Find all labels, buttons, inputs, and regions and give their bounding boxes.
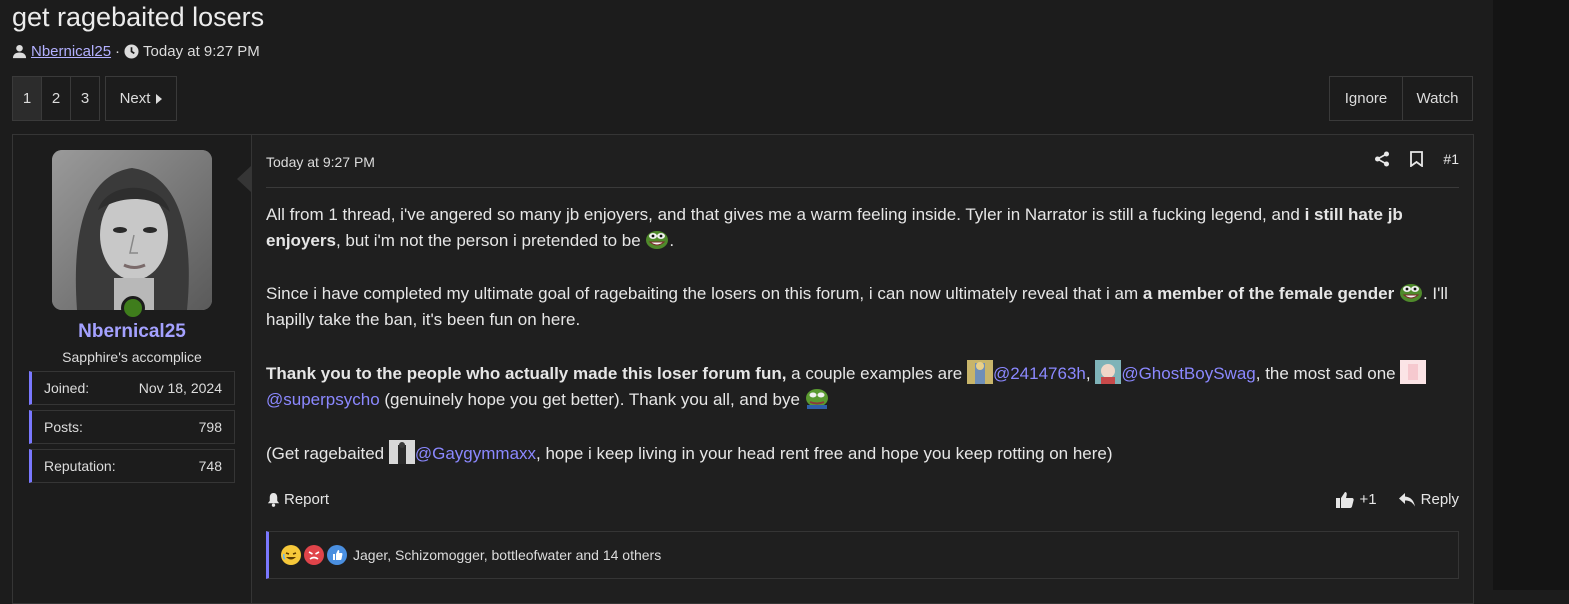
report-button[interactable]: Report <box>266 491 329 508</box>
stat-value: Nov 18, 2024 <box>138 380 222 396</box>
user-sidebar: Nbernical25 Sapphire's accomplice Joined… <box>13 135 252 603</box>
thread-author-link[interactable]: Nbernical25 <box>31 43 111 60</box>
post: Nbernical25 Sapphire's accomplice Joined… <box>12 134 1474 604</box>
mention-avatar <box>1095 360 1122 384</box>
stat-label: Joined: <box>44 380 90 396</box>
thread-time: Today at 9:27 PM <box>143 43 260 60</box>
post-footer: Report +1 Reply <box>266 491 1459 513</box>
page-2-button[interactable]: 2 <box>41 76 71 121</box>
text: , the most sad one <box>1255 364 1401 383</box>
mention-avatar <box>966 360 993 384</box>
post-number-link[interactable]: #1 <box>1443 151 1459 167</box>
next-page-button[interactable]: Next <box>105 76 177 121</box>
post-tools: #1 <box>1374 151 1459 167</box>
thread-actions: Ignore Watch <box>1329 76 1473 121</box>
text: a couple examples are <box>786 364 967 383</box>
user-title: Sapphire's accomplice <box>62 349 202 365</box>
post-pointer-arrow <box>237 166 251 192</box>
bell-icon <box>267 492 280 507</box>
laugh-reaction-icon <box>281 545 301 565</box>
pepe-emoji <box>1399 284 1422 302</box>
avatar[interactable] <box>52 150 212 310</box>
angry-reaction-icon <box>304 545 324 565</box>
text: (Get ragebaited <box>266 444 389 463</box>
pepe-emoji <box>805 389 828 409</box>
like-count: +1 <box>1359 491 1377 508</box>
online-status-indicator <box>121 296 145 320</box>
mention-link[interactable]: @Gaygymmaxx <box>415 444 536 463</box>
bold-text: Thank you to the people who actually mad… <box>266 364 787 383</box>
bookmark-icon[interactable] <box>1410 151 1424 167</box>
text: . <box>669 231 675 250</box>
bold-text: a member of the female gender <box>1142 284 1395 303</box>
text: (genuinely hope you get better). Thank y… <box>379 390 805 409</box>
text: All from 1 thread, i've angered so many … <box>266 205 1305 224</box>
meta-separator: · <box>115 43 121 60</box>
like-reaction-icon <box>327 545 347 565</box>
thumbs-up-icon <box>1335 492 1354 508</box>
ignore-button[interactable]: Ignore <box>1329 76 1403 121</box>
paragraph-4: (Get ragebaited @Gaygymmaxx, hope i keep… <box>266 440 1459 467</box>
pagination: 1 2 3 Next <box>12 76 177 121</box>
stat-joined: Joined: Nov 18, 2024 <box>29 371 235 405</box>
post-date-link[interactable]: Today at 9:27 PM <box>266 154 375 170</box>
thread-meta: Nbernical25 · Today at 9:27 PM <box>12 43 260 60</box>
caret-right-icon <box>156 93 163 104</box>
username-link[interactable]: Nbernical25 <box>13 321 251 343</box>
mention-link[interactable]: @2414763h <box>993 364 1086 383</box>
paragraph-1: All from 1 thread, i've angered so many … <box>266 202 1459 254</box>
mention-avatar <box>1400 360 1427 384</box>
stat-value: 798 <box>198 419 222 435</box>
pepe-emoji <box>646 231 669 249</box>
clock-icon <box>124 44 139 59</box>
mention-avatar <box>388 440 415 464</box>
reactions-bar[interactable]: Jager, Schizomogger, bottleofwater and 1… <box>266 531 1459 579</box>
reply-icon <box>1398 492 1415 506</box>
thread-title: get ragebaited losers <box>12 2 265 32</box>
mention-link[interactable]: @GhostBoySwag <box>1121 364 1255 383</box>
stat-posts: Posts: 798 <box>29 410 235 444</box>
reactions-summary: Jager, Schizomogger, bottleofwater and 1… <box>353 547 662 563</box>
share-icon[interactable] <box>1374 151 1390 167</box>
like-button[interactable]: +1 <box>1335 491 1377 508</box>
page-3-button[interactable]: 3 <box>70 76 100 121</box>
post-body: All from 1 thread, i've angered so many … <box>266 202 1459 494</box>
report-label: Report <box>284 491 330 508</box>
text: , but i'm not the person i pretended to … <box>335 231 646 250</box>
paragraph-2: Since i have completed my ultimate goal … <box>266 281 1459 333</box>
page-right-gutter <box>1493 0 1569 590</box>
reply-button[interactable]: Reply <box>1398 491 1459 508</box>
text: , <box>1085 364 1096 383</box>
stat-value: 748 <box>198 458 222 474</box>
reaction-controls: +1 Reply <box>1335 491 1459 508</box>
paragraph-3: Thank you to the people who actually mad… <box>266 360 1459 413</box>
user-icon <box>12 44 27 59</box>
mention-link[interactable]: @superpsycho <box>266 390 380 409</box>
next-label: Next <box>119 90 151 107</box>
text: Since i have completed my ultimate goal … <box>266 284 1143 303</box>
stat-label: Reputation: <box>44 458 116 474</box>
post-header-divider <box>266 187 1459 188</box>
page-1-button[interactable]: 1 <box>12 76 42 121</box>
stat-label: Posts: <box>44 419 83 435</box>
stat-reputation: Reputation: 748 <box>29 449 235 483</box>
text: , hope i keep living in your head rent f… <box>536 444 1113 463</box>
reply-label: Reply <box>1420 491 1459 508</box>
watch-button[interactable]: Watch <box>1402 76 1473 121</box>
